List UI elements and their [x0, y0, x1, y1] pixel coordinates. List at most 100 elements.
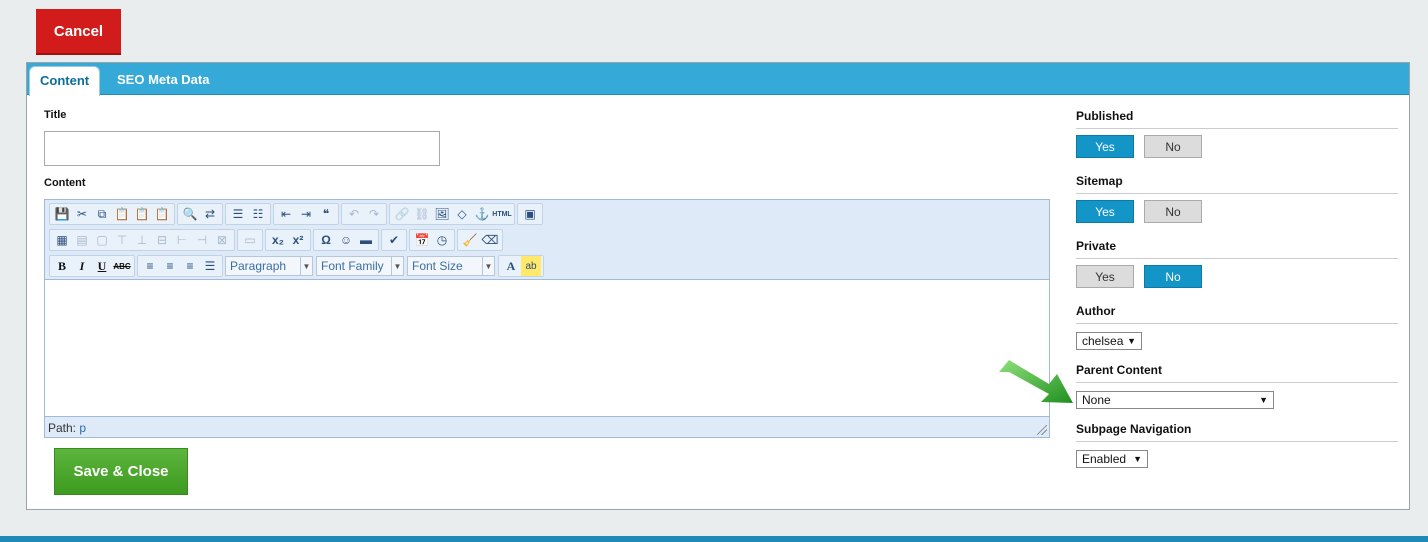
- parent-content-label: Parent Content: [1076, 363, 1398, 383]
- subpage-navigation-section: Subpage Navigation Enabled ▼: [1076, 422, 1398, 468]
- italic-icon[interactable]: I: [72, 256, 92, 276]
- editor-path: Path: p: [48, 421, 86, 435]
- cancel-button[interactable]: Cancel: [36, 9, 121, 55]
- save-close-button[interactable]: Save & Close: [54, 448, 188, 495]
- rich-text-editor: 💾 ✂ ⧉ 📋 📋 📋 🔍 ⇄ ☰ ☷ ⇤ ⇥ ❝ ↶ ↷ 🔗 ⛓ 🖼 ◇ ⚓ …: [44, 199, 1050, 438]
- editor-toolbar-row-3: B I U ABC ≡ ≡ ≡ ☰ Paragraph ▼ Font Famil…: [49, 255, 546, 277]
- align-left-icon[interactable]: ≡: [140, 256, 160, 276]
- title-input[interactable]: [44, 131, 440, 166]
- insert-date-icon[interactable]: 📅: [412, 230, 432, 250]
- chevron-down-icon: ▼: [482, 257, 494, 275]
- fullscreen-icon[interactable]: ▣: [520, 204, 540, 224]
- resize-handle-icon[interactable]: [1037, 425, 1047, 435]
- chevron-down-icon: ▼: [1127, 336, 1136, 346]
- horizontal-rule-icon[interactable]: ▬: [356, 230, 376, 250]
- parent-content-select[interactable]: None ▼: [1076, 391, 1274, 409]
- content-panel: Content SEO Meta Data Title Content 💾 ✂ …: [26, 62, 1410, 510]
- text-color-icon[interactable]: A: [501, 256, 521, 276]
- published-section: Published Yes No: [1076, 109, 1398, 158]
- paste-icon[interactable]: 📋: [112, 204, 132, 224]
- highlight-color-icon[interactable]: ab: [521, 256, 541, 276]
- replace-icon[interactable]: ⇄: [200, 204, 220, 224]
- row-before-icon[interactable]: ⊤: [112, 230, 132, 250]
- redo-icon[interactable]: ↷: [364, 204, 384, 224]
- anchor-icon[interactable]: ⚓: [472, 204, 492, 224]
- parent-content-section: Parent Content None ▼: [1076, 363, 1398, 409]
- insert-table-icon[interactable]: ▦: [52, 230, 72, 250]
- chevron-down-icon: ▼: [1259, 395, 1268, 405]
- numbered-list-icon[interactable]: ☷: [248, 204, 268, 224]
- unlink-icon[interactable]: ⛓: [412, 204, 432, 224]
- subpage-navigation-select[interactable]: Enabled ▼: [1076, 450, 1148, 468]
- find-icon[interactable]: 🔍: [180, 204, 200, 224]
- bold-icon[interactable]: B: [52, 256, 72, 276]
- chevron-down-icon: ▼: [300, 257, 312, 275]
- html-source-icon[interactable]: HTML: [492, 204, 512, 224]
- subscript-icon[interactable]: x₂: [268, 230, 288, 250]
- align-center-icon[interactable]: ≡: [160, 256, 180, 276]
- sitemap-no-button[interactable]: No: [1144, 200, 1202, 223]
- editor-toolbar-row-1: 💾 ✂ ⧉ 📋 📋 📋 🔍 ⇄ ☰ ☷ ⇤ ⇥ ❝ ↶ ↷ 🔗 ⛓ 🖼 ◇ ⚓ …: [49, 203, 545, 225]
- sitemap-yes-button[interactable]: Yes: [1076, 200, 1134, 223]
- col-before-icon[interactable]: ⊢: [172, 230, 192, 250]
- bullet-list-icon[interactable]: ☰: [228, 204, 248, 224]
- tab-bar: Content SEO Meta Data: [27, 63, 1409, 96]
- row-after-icon[interactable]: ⊥: [132, 230, 152, 250]
- remove-format-icon[interactable]: ⌫: [480, 230, 500, 250]
- path-label: Path:: [48, 421, 77, 435]
- published-label: Published: [1076, 109, 1398, 129]
- author-select[interactable]: chelsea ▼: [1076, 332, 1142, 350]
- format-select-value: Paragraph: [230, 259, 287, 273]
- undo-icon[interactable]: ↶: [344, 204, 364, 224]
- special-char-icon[interactable]: Ω: [316, 230, 336, 250]
- paste-word-icon[interactable]: 📋: [152, 204, 172, 224]
- private-label: Private: [1076, 239, 1398, 259]
- insert-time-icon[interactable]: ◷: [432, 230, 452, 250]
- image-icon[interactable]: 🖼: [432, 204, 452, 224]
- author-label: Author: [1076, 304, 1398, 324]
- sitemap-label: Sitemap: [1076, 174, 1398, 194]
- indent-icon[interactable]: ⇥: [296, 204, 316, 224]
- subpage-navigation-label: Subpage Navigation: [1076, 422, 1398, 442]
- font-family-select-value: Font Family: [321, 259, 384, 273]
- private-yes-button[interactable]: Yes: [1076, 265, 1134, 288]
- link-icon[interactable]: 🔗: [392, 204, 412, 224]
- font-size-select[interactable]: Font Size ▼: [407, 256, 495, 276]
- tab-content[interactable]: Content: [29, 66, 101, 96]
- font-family-select[interactable]: Font Family ▼: [316, 256, 404, 276]
- cell-props-icon[interactable]: ▢: [92, 230, 112, 250]
- cleanup-icon[interactable]: 🧹: [460, 230, 480, 250]
- delete-row-icon[interactable]: ⊟: [152, 230, 172, 250]
- published-no-button[interactable]: No: [1144, 135, 1202, 158]
- col-after-icon[interactable]: ⊣: [192, 230, 212, 250]
- private-no-button[interactable]: No: [1144, 265, 1202, 288]
- title-label: Title: [44, 109, 67, 121]
- spellcheck-icon[interactable]: ✔: [384, 230, 404, 250]
- outdent-icon[interactable]: ⇤: [276, 204, 296, 224]
- editor-content-area[interactable]: [45, 279, 1049, 417]
- tab-seo-meta-data[interactable]: SEO Meta Data: [107, 66, 219, 96]
- editor-toolbar-row-2: ▦ ▤ ▢ ⊤ ⊥ ⊟ ⊢ ⊣ ⊠ ▭ x₂ x² Ω ☺ ▬ ✔ 📅 ◷ 🧹 …: [49, 229, 505, 251]
- strikethrough-icon[interactable]: ABC: [112, 256, 132, 276]
- published-yes-button[interactable]: Yes: [1076, 135, 1134, 158]
- underline-icon[interactable]: U: [92, 256, 112, 276]
- copy-icon[interactable]: ⧉: [92, 204, 112, 224]
- align-right-icon[interactable]: ≡: [180, 256, 200, 276]
- blockquote-icon[interactable]: ❝: [316, 204, 336, 224]
- font-size-select-value: Font Size: [412, 259, 463, 273]
- format-select[interactable]: Paragraph ▼: [225, 256, 313, 276]
- sitemap-section: Sitemap Yes No: [1076, 174, 1398, 223]
- paste-text-icon[interactable]: 📋: [132, 204, 152, 224]
- align-justify-icon[interactable]: ☰: [200, 256, 220, 276]
- subpage-navigation-select-value: Enabled: [1082, 452, 1127, 466]
- content-label: Content: [44, 177, 86, 189]
- path-value[interactable]: p: [79, 421, 86, 435]
- superscript-icon[interactable]: x²: [288, 230, 308, 250]
- save-icon[interactable]: 💾: [52, 204, 72, 224]
- code-icon[interactable]: ◇: [452, 204, 472, 224]
- row-props-icon[interactable]: ▤: [72, 230, 92, 250]
- merge-cells-icon[interactable]: ▭: [240, 230, 260, 250]
- emoticon-icon[interactable]: ☺: [336, 230, 356, 250]
- delete-col-icon[interactable]: ⊠: [212, 230, 232, 250]
- cut-icon[interactable]: ✂: [72, 204, 92, 224]
